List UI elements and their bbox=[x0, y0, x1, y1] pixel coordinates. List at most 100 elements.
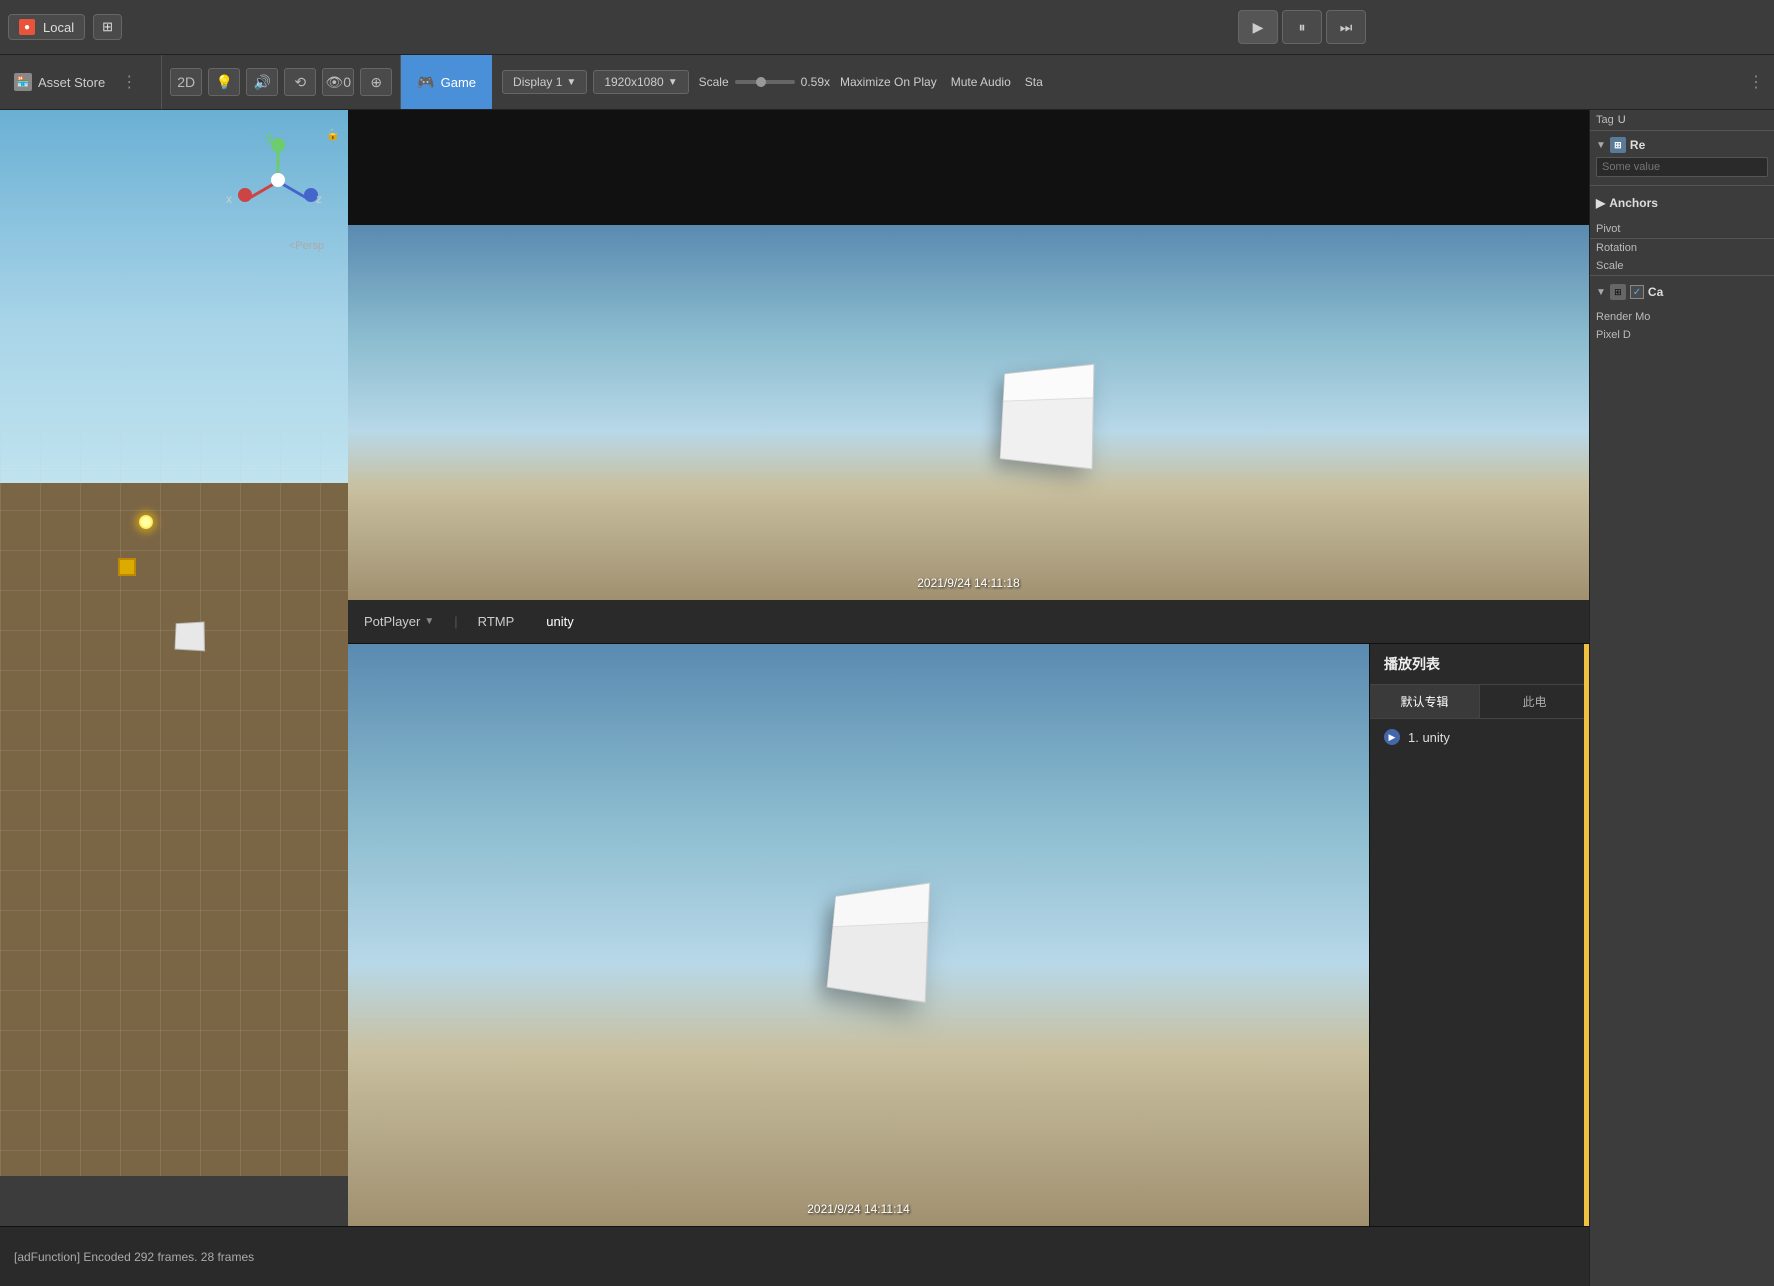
scale-text: Scale bbox=[699, 75, 729, 89]
audio-toggle[interactable]: 🔊 bbox=[246, 68, 278, 96]
light-toggle[interactable]: 💡 bbox=[208, 68, 240, 96]
inspector-ca-checkbox[interactable]: ✓ bbox=[1630, 285, 1644, 299]
inspector-tag-row: Tag U bbox=[1590, 110, 1774, 130]
scene-gizmo[interactable]: y x z bbox=[228, 130, 328, 230]
playlist-tab-default[interactable]: 默认专辑 bbox=[1370, 685, 1480, 718]
playlist-item-icon: ▶ bbox=[1384, 729, 1400, 745]
potplayer-section: PotPlayer ▼ | RTMP unity 2021/9/24 14:11… bbox=[348, 600, 1589, 1226]
gizmo-label-y: y bbox=[266, 130, 273, 144]
scene-lock-icon: 🔒 bbox=[326, 128, 340, 141]
potplayer-tab-arrow: ▼ bbox=[424, 616, 434, 627]
unity-tab[interactable]: unity bbox=[530, 600, 589, 643]
asset-store-label: Asset Store bbox=[38, 75, 105, 90]
asset-store-icon: 🏪 bbox=[14, 73, 32, 91]
anchors-title[interactable]: ▶ Anchors bbox=[1596, 192, 1768, 214]
resolution-dropdown[interactable]: 1920x1080 ▼ bbox=[593, 70, 688, 94]
status-bar: [adFunction] Encoded 292 frames. 28 fram… bbox=[0, 1226, 1774, 1286]
step-button[interactable]: ⏭ bbox=[1326, 10, 1366, 44]
inspector-ca-section: ▼ ⊞ ✓ Ca Render Mo Pixel D bbox=[1590, 275, 1774, 344]
gizmo-dot-x bbox=[238, 188, 252, 202]
mute-label[interactable]: Mute Audio bbox=[951, 75, 1011, 89]
rtmp-tab[interactable]: RTMP bbox=[462, 600, 531, 643]
fx-toggle[interactable]: ⟲ bbox=[284, 68, 316, 96]
anchors-label: Anchors bbox=[1609, 196, 1658, 210]
potplayer-video: 2021/9/24 14:11:14 bbox=[348, 644, 1369, 1226]
toolbar-icons: 2D 💡 🔊 ⟲ 👁 0 ⊕ bbox=[162, 68, 400, 96]
inspector-scale-row: Scale bbox=[1590, 257, 1774, 275]
inspector-re-title: Re bbox=[1630, 138, 1645, 152]
gizmos-toggle[interactable]: 👁 0 bbox=[322, 68, 354, 96]
game-cube bbox=[1000, 363, 1095, 469]
scale-value: 0.59x bbox=[801, 75, 830, 89]
step-icon: ⏭ bbox=[1340, 19, 1353, 36]
potplayer-tab[interactable]: PotPlayer ▼ bbox=[348, 600, 450, 643]
inspector-re-input[interactable] bbox=[1596, 157, 1768, 177]
grid-button[interactable]: ⊞ bbox=[93, 14, 122, 40]
inspector-re-arrow: ▼ bbox=[1596, 140, 1606, 151]
inspector-tag-value: U bbox=[1618, 114, 1626, 126]
gizmo-dot-y bbox=[271, 138, 285, 152]
game-tab[interactable]: 🎮 Game bbox=[401, 55, 492, 109]
fx-icon: ⟲ bbox=[294, 74, 306, 91]
display-label: Display 1 bbox=[513, 75, 562, 89]
unity-label: unity bbox=[546, 614, 573, 629]
playlist-header: 播放列表 bbox=[1370, 644, 1589, 685]
game-options: Maximize On Play Mute Audio Sta bbox=[830, 75, 1053, 89]
scene-grid bbox=[0, 430, 348, 1176]
game-top-bar-bg bbox=[348, 110, 1589, 225]
inspector-render-mode-row: Render Mo bbox=[1590, 308, 1774, 326]
audio-icon: 🔊 bbox=[253, 74, 270, 91]
2d-toggle[interactable]: 2D bbox=[170, 68, 202, 96]
play-controls: ▶ ⏸ ⏭ bbox=[1238, 10, 1366, 44]
inspector-tag-label: Tag bbox=[1596, 114, 1614, 126]
potplayer-tab-label: PotPlayer bbox=[364, 614, 420, 629]
scale-slider[interactable] bbox=[735, 80, 795, 84]
display-arrow: ▼ bbox=[566, 77, 576, 88]
play-button[interactable]: ▶ bbox=[1238, 10, 1278, 44]
local-toggle[interactable]: ● Local bbox=[8, 14, 85, 40]
play-icon: ▶ bbox=[1253, 19, 1264, 36]
inspector-re-content: ▼ ⊞ Re bbox=[1590, 131, 1774, 185]
local-icon: ● bbox=[19, 19, 35, 35]
2d-label: 2D bbox=[177, 74, 195, 90]
inspector-render-mode-label: Render Mo bbox=[1596, 311, 1650, 323]
sta-label[interactable]: Sta bbox=[1025, 75, 1043, 89]
playlist-tabs: 默认专辑 此电 bbox=[1370, 685, 1589, 719]
playlist-tab-this[interactable]: 此电 bbox=[1480, 685, 1589, 718]
potplayer-separator: | bbox=[450, 614, 461, 629]
pause-button[interactable]: ⏸ bbox=[1282, 10, 1322, 44]
asset-store-more[interactable]: ⋮ bbox=[111, 72, 147, 92]
pause-icon: ⏸ bbox=[1299, 19, 1306, 36]
scale-control: Scale 0.59x bbox=[699, 75, 830, 89]
gizmo-label-x: x bbox=[226, 192, 232, 206]
display-dropdown[interactable]: Display 1 ▼ bbox=[502, 70, 587, 94]
inspector-pivot-label: Pivot bbox=[1596, 223, 1768, 235]
scene-view: y x z <Persp 🔒 bbox=[0, 110, 348, 1176]
inspector-pixel-label: Pixel D bbox=[1596, 329, 1631, 341]
asset-store-tab[interactable]: 🏪 Asset Store ⋮ bbox=[0, 55, 162, 109]
scene-object-yellow[interactable] bbox=[118, 558, 136, 576]
inspector-re-section: ▼ ⊞ Re bbox=[1590, 130, 1774, 185]
inspector-ca-label: Ca bbox=[1648, 285, 1663, 299]
grid-icon: ⊞ bbox=[102, 19, 113, 35]
inspector-pixel-row: Pixel D bbox=[1590, 326, 1774, 344]
game-more-btn[interactable]: ⋮ bbox=[1738, 72, 1774, 92]
game-scene: 2021/9/24 14:11:18 bbox=[348, 225, 1589, 600]
scene-cube-small[interactable] bbox=[175, 621, 206, 651]
game-tab-controls: Display 1 ▼ 1920x1080 ▼ bbox=[492, 70, 699, 94]
anchors-content: ▶ Anchors bbox=[1590, 186, 1774, 220]
playlist-panel: 播放列表 默认专辑 此电 ▶ 1. unity bbox=[1369, 644, 1589, 1226]
gizmos-icon: 👁 bbox=[325, 74, 343, 91]
playlist-item-1[interactable]: ▶ 1. unity bbox=[1370, 719, 1589, 755]
light-icon: 💡 bbox=[215, 74, 232, 91]
status-text: [adFunction] Encoded 292 frames. 28 fram… bbox=[14, 1250, 254, 1264]
inspector-panel: ℹ Inspector □ ✓ C Tag U ▼ ⊞ Re ▶ bbox=[1589, 0, 1774, 1286]
inspector-ca-arrow: ▼ bbox=[1596, 287, 1606, 298]
gizmos-label: 0 bbox=[343, 74, 351, 90]
snap-toggle[interactable]: ⊕ bbox=[360, 68, 392, 96]
resolution-label: 1920x1080 bbox=[604, 75, 663, 89]
potplayer-tab-bar: PotPlayer ▼ | RTMP unity bbox=[348, 600, 1589, 644]
maximize-label[interactable]: Maximize On Play bbox=[840, 75, 937, 89]
inspector-ca-header[interactable]: ▼ ⊞ ✓ Ca bbox=[1590, 276, 1774, 308]
game-view: 2021/9/24 14:11:18 bbox=[348, 110, 1589, 600]
